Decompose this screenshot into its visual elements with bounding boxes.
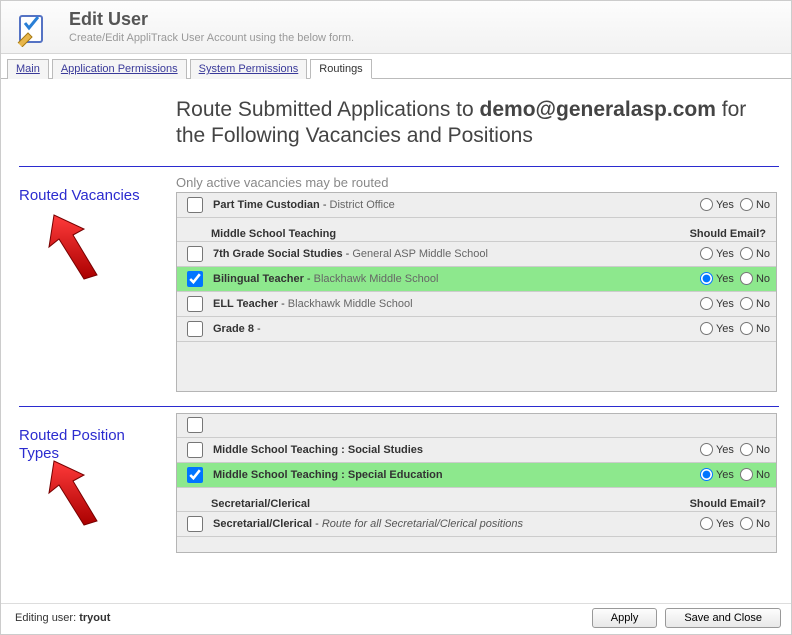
routed-vacancies-label: Routed Vacancies: [19, 187, 166, 205]
tab-main[interactable]: Main: [7, 59, 49, 79]
tab-routings[interactable]: Routings: [310, 59, 371, 79]
table-row: Secretarial/Clerical - Route for all Sec…: [177, 511, 776, 537]
table-row: Grade 8 - YesNo: [177, 316, 776, 342]
row-note: Route for all Secretarial/Clerical posit…: [322, 518, 523, 530]
radio-no[interactable]: [740, 517, 753, 530]
edit-user-icon: [15, 13, 49, 47]
tab-bar: Main Application Permissions System Perm…: [1, 54, 791, 79]
tab-application-permissions[interactable]: Application Permissions: [52, 59, 187, 79]
footer-bar: Editing user: tryout Apply Save and Clos…: [1, 603, 791, 634]
table-row: Bilingual Teacher - Blackhawk Middle Sch…: [177, 266, 776, 292]
radio-yes[interactable]: [700, 468, 713, 481]
should-email-header: Should Email?: [690, 228, 766, 240]
row-checkbox[interactable]: [187, 296, 203, 312]
row-title: 7th Grade Social Studies: [213, 248, 343, 260]
table-row: Part Time Custodian - District Office Ye…: [177, 192, 776, 218]
radio-no[interactable]: [740, 247, 753, 260]
routing-title: Route Submitted Applications to demo@gen…: [176, 79, 773, 162]
row-checkbox[interactable]: [187, 271, 203, 287]
routing-email: demo@generalasp.com: [480, 98, 716, 121]
row-checkbox[interactable]: [187, 442, 203, 458]
arrow-icon: [29, 455, 109, 535]
radio-yes[interactable]: [700, 517, 713, 530]
row-checkbox[interactable]: [187, 197, 203, 213]
row-title: Part Time Custodian: [213, 199, 320, 211]
radio-yes[interactable]: [700, 443, 713, 456]
radio-yes[interactable]: [700, 272, 713, 285]
row-title: Middle School Teaching : Special Educati…: [213, 469, 443, 481]
editing-user-label: Editing user:: [15, 612, 76, 624]
row-checkbox[interactable]: [187, 321, 203, 337]
row-title: Bilingual Teacher: [213, 273, 304, 285]
table-row: Middle School Teaching : Social Studies …: [177, 437, 776, 463]
page-header: Edit User Create/Edit AppliTrack User Ac…: [1, 1, 791, 54]
tab-system-permissions[interactable]: System Permissions: [190, 59, 308, 79]
radio-yes[interactable]: [700, 322, 713, 335]
row-checkbox[interactable]: [187, 467, 203, 483]
radio-no[interactable]: [740, 198, 753, 211]
should-email-header: Should Email?: [690, 498, 766, 510]
row-location: Blackhawk Middle School: [288, 298, 413, 310]
content-scroll[interactable]: Route Submitted Applications to demo@gen…: [1, 79, 791, 591]
table-row: 7th Grade Social Studies - General ASP M…: [177, 241, 776, 267]
page-title: Edit User: [69, 9, 354, 30]
group-header: Middle School Teaching Should Email?: [177, 218, 776, 242]
email-choice: Yes No: [696, 198, 770, 211]
table-row: [177, 413, 776, 438]
radio-yes[interactable]: [700, 247, 713, 260]
row-title: Grade 8: [213, 323, 254, 335]
row-title: Secretarial/Clerical: [213, 518, 312, 530]
row-title: Middle School Teaching : Social Studies: [213, 444, 423, 456]
table-row: Middle School Teaching : Special Educati…: [177, 462, 776, 488]
radio-no[interactable]: [740, 297, 753, 310]
group-title: Middle School Teaching: [211, 228, 336, 240]
row-checkbox[interactable]: [187, 417, 203, 433]
radio-no[interactable]: [740, 443, 753, 456]
row-location: District Office: [330, 199, 395, 211]
row-checkbox[interactable]: [187, 246, 203, 262]
routed-positions-label: Routed Position Types: [19, 427, 166, 463]
radio-yes[interactable]: [700, 198, 713, 211]
group-header: Secretarial/Clerical Should Email?: [177, 488, 776, 512]
divider: [19, 406, 779, 407]
row-checkbox[interactable]: [187, 516, 203, 532]
row-title: ELL Teacher: [213, 298, 278, 310]
row-location: Blackhawk Middle School: [314, 273, 439, 285]
routing-title-prefix: Route Submitted Applications to: [176, 98, 480, 121]
row-location: General ASP Middle School: [352, 248, 488, 260]
routed-positions-list[interactable]: Middle School Teaching : Social Studies …: [176, 413, 777, 553]
save-and-close-button[interactable]: Save and Close: [665, 608, 781, 628]
radio-no[interactable]: [740, 272, 753, 285]
radio-yes[interactable]: [700, 297, 713, 310]
table-row: ELL Teacher - Blackhawk Middle School Ye…: [177, 291, 776, 317]
arrow-icon: [29, 209, 109, 289]
radio-no[interactable]: [740, 468, 753, 481]
page-subtitle: Create/Edit AppliTrack User Account usin…: [69, 32, 354, 44]
apply-button[interactable]: Apply: [592, 608, 658, 628]
group-title: Secretarial/Clerical: [211, 498, 310, 510]
routed-vacancies-list[interactable]: Part Time Custodian - District Office Ye…: [176, 192, 777, 392]
radio-no[interactable]: [740, 322, 753, 335]
editing-user-name: tryout: [79, 612, 110, 624]
vacancies-hint: Only active vacancies may be routed: [176, 175, 783, 190]
divider: [19, 166, 779, 167]
